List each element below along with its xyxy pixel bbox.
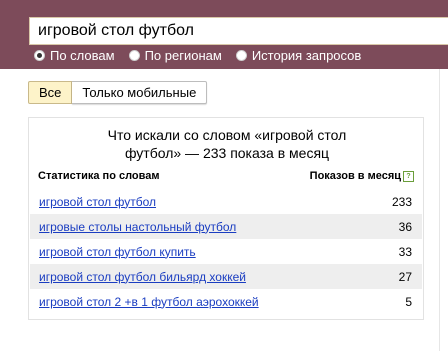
- phrase-link[interactable]: игровой стол футбол: [39, 195, 156, 209]
- radio-label: История запросов: [251, 47, 362, 63]
- radio-dot-icon[interactable]: [128, 49, 140, 61]
- phrase-link[interactable]: игровые столы настольный футбол: [39, 220, 236, 234]
- radio-label: По словам: [50, 47, 115, 63]
- column-header-impressions-label: Показов в месяц: [309, 170, 401, 182]
- search-input[interactable]: [38, 18, 440, 44]
- phrase-link[interactable]: игровой стол 2 +в 1 футбол аэрохоккей: [39, 295, 259, 309]
- phrase-link[interactable]: игровой стол футбол бильярд хоккей: [39, 270, 246, 284]
- stats-table: игровой стол футбол 233 игровые столы на…: [30, 189, 422, 314]
- help-icon[interactable]: ?: [403, 170, 414, 182]
- radio-label: По регионам: [144, 47, 222, 63]
- table-row: игровой стол футбол 233: [30, 189, 422, 214]
- table-row: игровой стол 2 +в 1 футбол аэрохоккей 5: [30, 289, 422, 314]
- header-bar: По словам По регионам История запросов: [0, 0, 448, 69]
- panel-title: Что искали со словом «игровой стол футбо…: [29, 126, 425, 162]
- panel-title-line2: футбол» — 233 показа в месяц: [124, 145, 330, 161]
- phrase-link[interactable]: игровой стол футбол купить: [39, 245, 196, 259]
- table-row: игровые столы настольный футбол 36: [30, 214, 422, 239]
- table-row: игровой стол футбол бильярд хоккей 27: [30, 264, 422, 289]
- impressions-count: 36: [398, 219, 412, 234]
- radio-by-words[interactable]: По словам: [34, 48, 115, 63]
- device-tabs: Все Только мобильные: [28, 81, 208, 104]
- radio-dot-icon[interactable]: [235, 49, 247, 61]
- table-row: игровой стол футбол купить 33: [30, 239, 422, 264]
- impressions-count: 33: [398, 244, 412, 259]
- radio-query-history[interactable]: История запросов: [235, 47, 362, 63]
- tab-all[interactable]: Все: [28, 81, 73, 104]
- radio-by-regions[interactable]: По регионам: [128, 47, 222, 63]
- panel-title-line1: Что искали со словом «игровой стол: [107, 127, 347, 143]
- column-divider: [439, 69, 440, 351]
- radio-dot-icon[interactable]: [34, 49, 45, 61]
- impressions-count: 27: [398, 269, 412, 284]
- tab-mobile-only[interactable]: Только мобильные: [72, 81, 208, 104]
- search-mode-radios: По словам По регионам История запросов: [34, 47, 375, 63]
- column-header-impressions: Показов в месяц ?: [310, 170, 414, 182]
- column-header-words: Статистика по словам: [38, 170, 160, 182]
- impressions-count: 233: [391, 194, 412, 209]
- impressions-count: 5: [405, 294, 412, 309]
- stats-panel: Что искали со словом «игровой стол футбо…: [28, 117, 424, 320]
- search-field[interactable]: [29, 17, 448, 45]
